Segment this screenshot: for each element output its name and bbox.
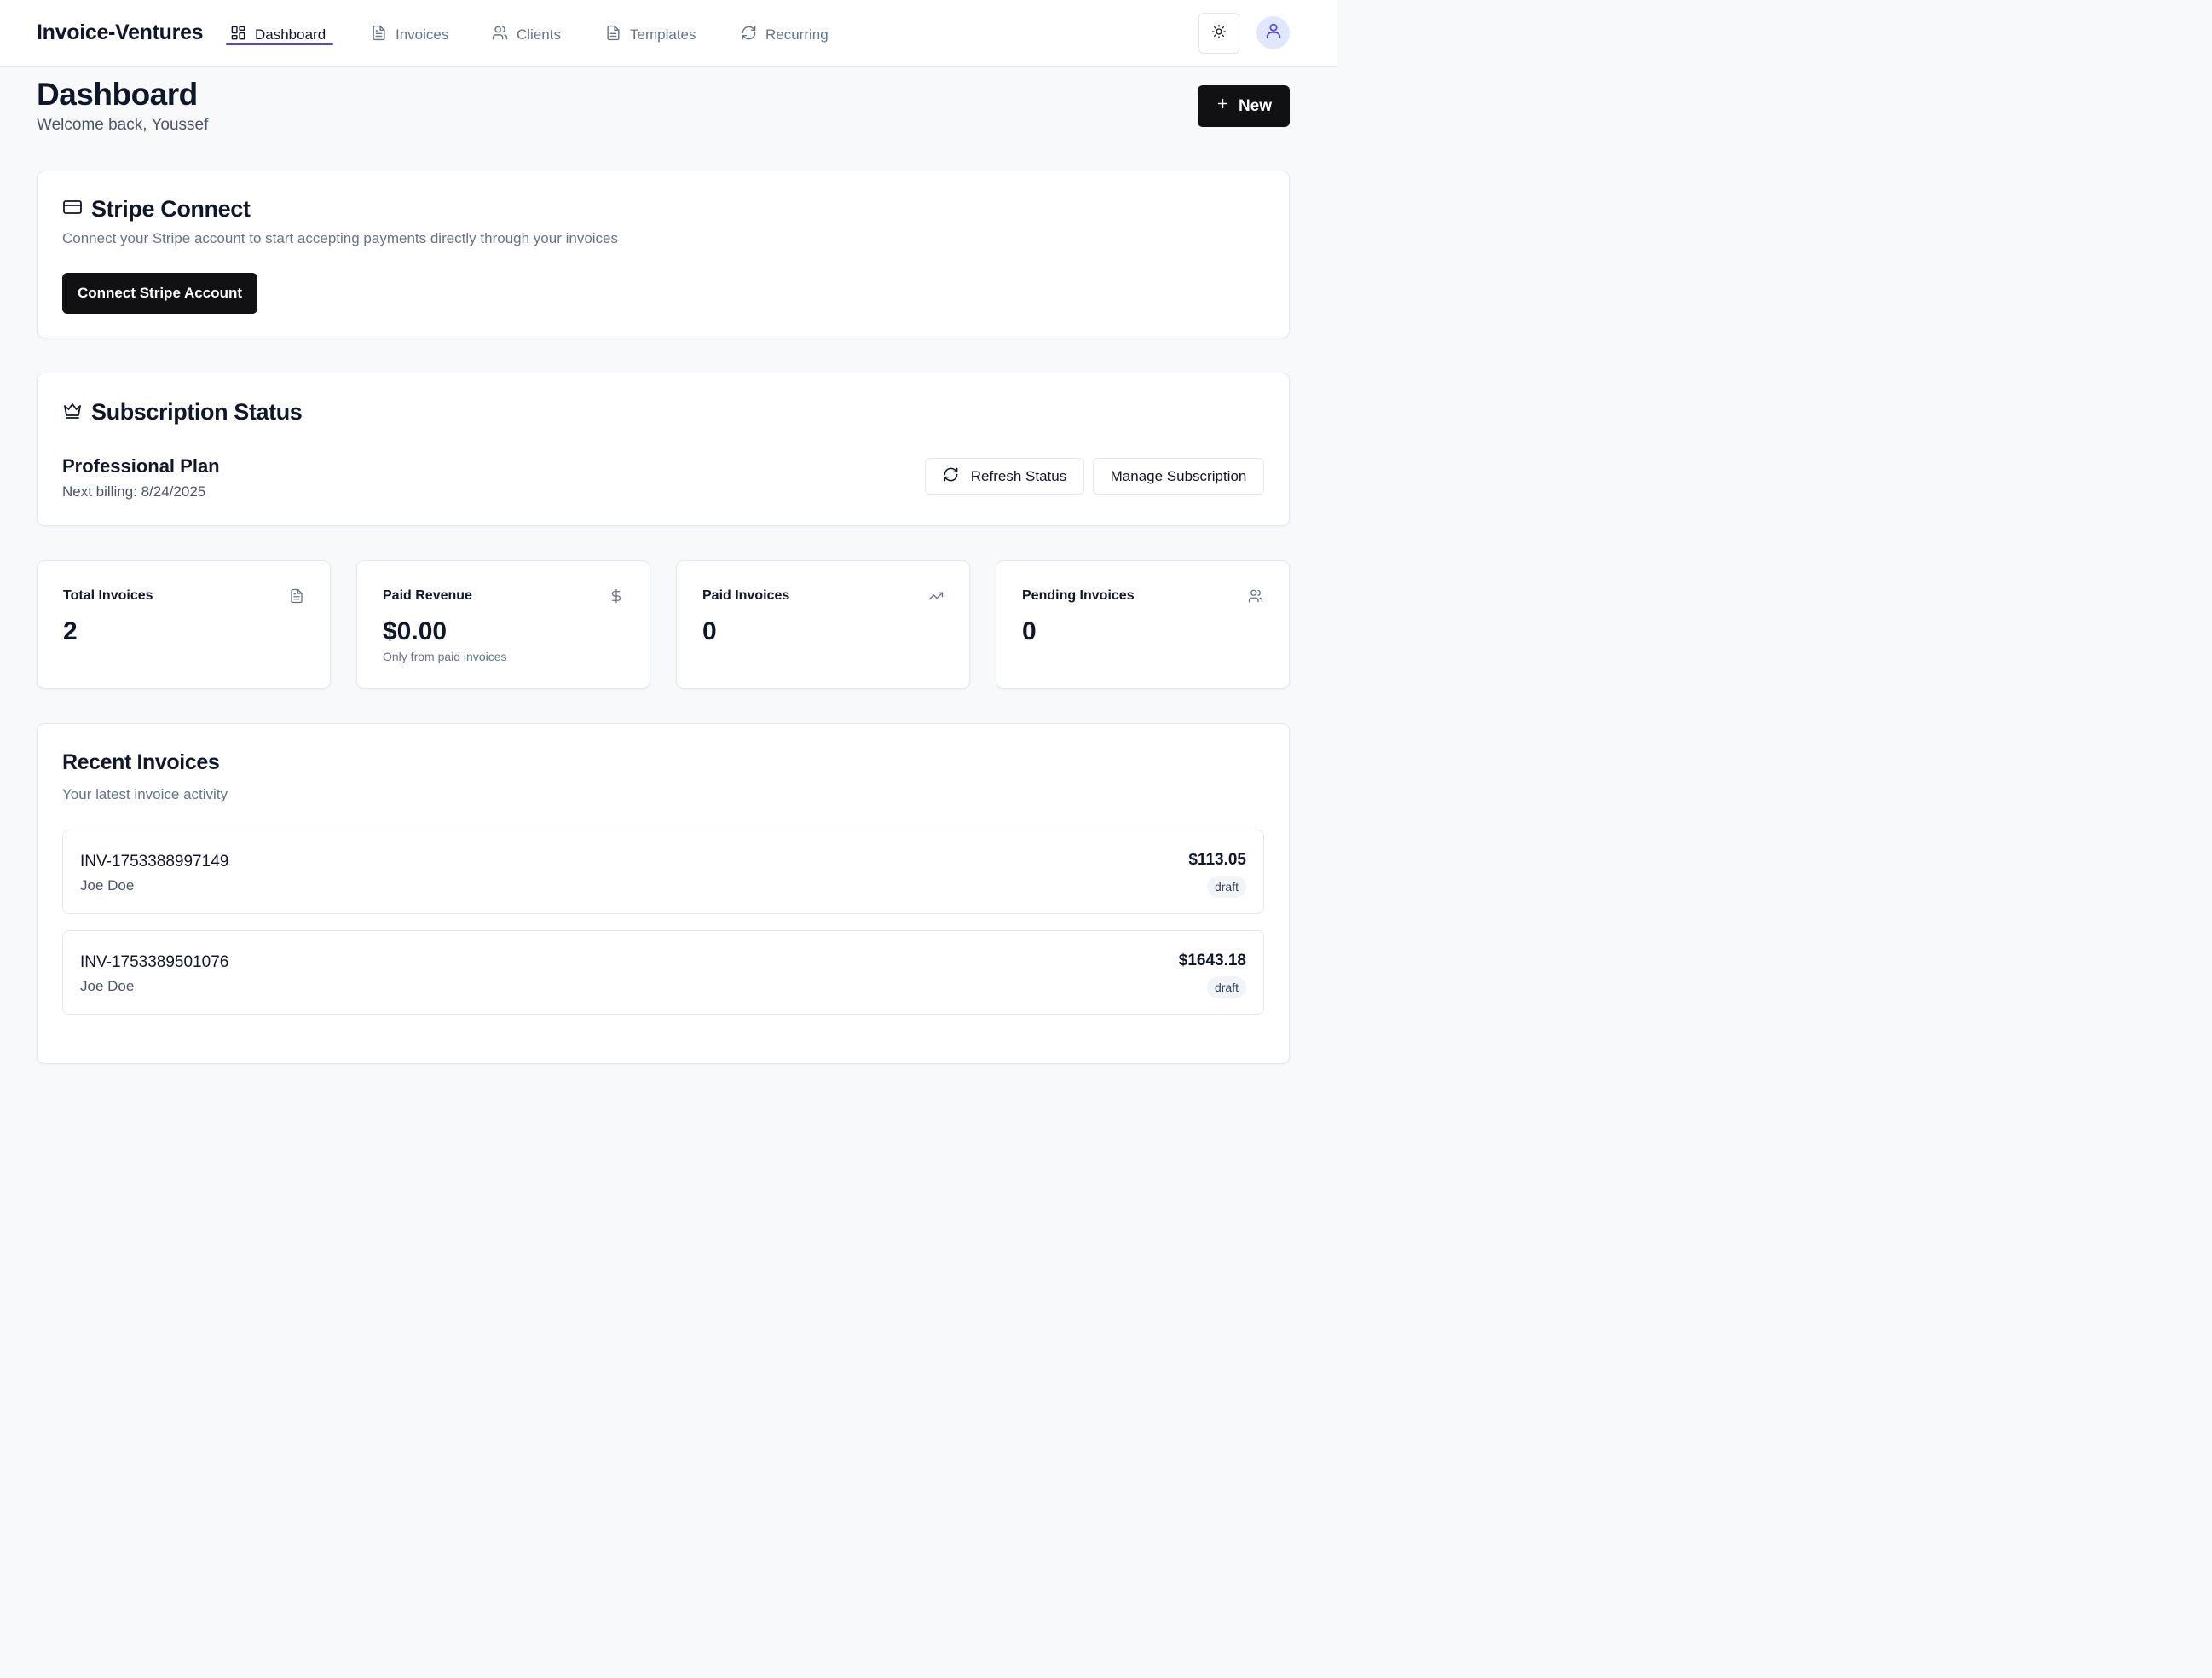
stat-value: $0.00 [383, 617, 448, 645]
stat-label: Pending Invoices [1022, 588, 1135, 603]
refresh-icon [943, 466, 959, 487]
new-button-label: New [1238, 96, 1273, 115]
file-text-icon [289, 588, 304, 604]
brand-logo[interactable]: Invoice-Ventures [37, 20, 204, 45]
nav-recurring[interactable]: Recurring [741, 24, 829, 46]
stat-card-paid-invoices: Paid Invoices 0 [676, 560, 970, 689]
subscription-status-card: Subscription Status Professional Plan Ne… [37, 373, 1290, 526]
active-nav-indicator [226, 43, 333, 45]
users-icon [492, 25, 508, 45]
invoice-list-item[interactable]: INV-1753389501076 Joe Doe $1643.18 draft [62, 930, 1264, 1015]
page-title: Dashboard [37, 77, 198, 112]
users-icon [1248, 588, 1263, 604]
stat-card-total-invoices: Total Invoices 2 [37, 560, 331, 689]
nav-label: Invoices [396, 26, 449, 43]
invoice-number: INV-1753389501076 [80, 953, 229, 971]
status-badge: draft [1206, 876, 1246, 898]
file-text-icon [371, 25, 387, 45]
stripe-connect-card: Stripe Connect Connect your Stripe accou… [37, 171, 1290, 338]
stat-label: Total Invoices [63, 588, 153, 603]
nav-clients[interactable]: Clients [492, 24, 561, 46]
stat-note: Only from paid invoices [383, 650, 507, 663]
nav-label: Clients [517, 26, 561, 43]
trending-up-icon [928, 588, 944, 604]
nav-templates[interactable]: Templates [605, 24, 696, 46]
invoice-number: INV-1753388997149 [80, 853, 229, 871]
theme-toggle-button[interactable] [1198, 13, 1239, 54]
new-button[interactable]: New [1198, 85, 1290, 127]
stat-label: Paid Revenue [383, 588, 472, 603]
user-avatar[interactable] [1256, 16, 1290, 49]
plus-icon [1216, 96, 1230, 116]
stat-value: 2 [63, 617, 78, 645]
user-icon [1264, 21, 1283, 44]
refresh-icon [741, 25, 757, 45]
nav-label: Dashboard [255, 26, 326, 43]
nav-label: Templates [630, 26, 696, 43]
stat-value: 0 [1022, 617, 1037, 645]
nav-label: Recurring [765, 26, 829, 43]
stat-value: 0 [702, 617, 717, 645]
connect-stripe-button[interactable]: Connect Stripe Account [62, 273, 257, 314]
dollar-icon [609, 588, 624, 604]
invoice-amount: $113.05 [1188, 851, 1246, 869]
stat-card-pending-invoices: Pending Invoices 0 [996, 560, 1290, 689]
invoice-amount: $1643.18 [1178, 952, 1246, 969]
layout-grid-icon [230, 25, 246, 45]
invoice-list-item[interactable]: INV-1753388997149 Joe Doe $113.05 draft [62, 830, 1264, 914]
refresh-status-button[interactable]: Refresh Status [925, 458, 1084, 495]
stat-label: Paid Invoices [702, 588, 790, 603]
stripe-title: Stripe Connect [91, 196, 251, 222]
recent-invoices-card: Recent Invoices Your latest invoice acti… [37, 723, 1290, 1064]
subscription-title: Subscription Status [91, 399, 303, 425]
welcome-message: Welcome back, Youssef [37, 116, 209, 134]
stat-card-paid-revenue: Paid Revenue $0.00 Only from paid invoic… [356, 560, 650, 689]
next-billing: Next billing: 8/24/2025 [62, 483, 206, 500]
plan-name: Professional Plan [62, 455, 220, 477]
manage-subscription-button[interactable]: Manage Subscription [1093, 458, 1264, 495]
recent-invoices-subtitle: Your latest invoice activity [62, 786, 228, 802]
nav-invoices[interactable]: Invoices [371, 24, 448, 46]
invoice-client: Joe Doe [80, 877, 135, 894]
subscription-title-row: Subscription Status [62, 399, 303, 425]
sun-icon [1211, 24, 1227, 43]
top-navigation-bar: Invoice-Ventures Dashboard Invoices Clie… [0, 0, 1337, 67]
file-icon [605, 25, 621, 45]
stripe-description: Connect your Stripe account to start acc… [62, 230, 619, 246]
refresh-status-label: Refresh Status [970, 467, 1067, 484]
credit-card-icon [62, 197, 83, 222]
invoice-client: Joe Doe [80, 978, 135, 994]
recent-invoices-title: Recent Invoices [62, 750, 220, 774]
stripe-title-row: Stripe Connect [62, 196, 251, 223]
crown-icon [62, 400, 83, 425]
status-badge: draft [1206, 976, 1246, 998]
